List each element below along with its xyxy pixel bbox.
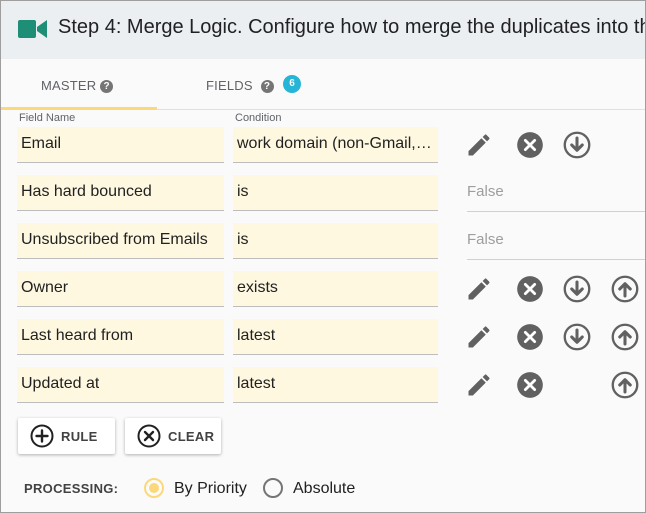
clear-label: CLEAR bbox=[168, 429, 215, 444]
clear-button[interactable]: CLEAR bbox=[125, 418, 221, 454]
help-circle-icon[interactable]: ? bbox=[260, 80, 274, 93]
condition-input[interactable]: work domain (non-Gmail, etc.) bbox=[233, 127, 438, 163]
condition-text: exists bbox=[237, 279, 278, 296]
field-name-input[interactable]: Has hard bounced bbox=[17, 175, 224, 211]
add-rule-label: RULE bbox=[61, 429, 98, 444]
field-name-text: Last heard from bbox=[21, 327, 134, 344]
condition-input[interactable]: exists bbox=[233, 271, 438, 307]
move-up-icon[interactable] bbox=[611, 323, 639, 351]
field-name-input[interactable]: Updated at bbox=[17, 367, 224, 403]
radio-by-priority[interactable] bbox=[144, 478, 164, 498]
rule-row: Email work domain (non-Gmail, etc.) bbox=[1, 125, 645, 165]
field-name-text: Unsubscribed from Emails bbox=[21, 231, 208, 248]
field-name-input[interactable]: Last heard from bbox=[17, 319, 224, 355]
rule-row: Last heard from latest bbox=[1, 317, 645, 357]
edit-pencil-icon[interactable] bbox=[465, 131, 493, 159]
rule-row: Has hard bounced is False bbox=[1, 173, 645, 213]
column-header-field-name: Field Name bbox=[19, 112, 76, 124]
remove-circle-icon[interactable] bbox=[516, 323, 544, 351]
tab-master-label: MASTER bbox=[41, 78, 97, 93]
condition-text: latest bbox=[237, 375, 276, 392]
rule-value-text: False bbox=[467, 231, 504, 248]
radio-absolute-label[interactable]: Absolute bbox=[293, 480, 355, 498]
condition-text: latest bbox=[237, 327, 276, 344]
add-rule-button[interactable]: RULE bbox=[18, 418, 115, 454]
video-camera-icon bbox=[18, 20, 47, 38]
rule-row: Unsubscribed from Emails is False bbox=[1, 221, 645, 261]
step-header: Step 4: Merge Logic. Configure how to me… bbox=[1, 1, 645, 60]
active-tab-indicator bbox=[1, 107, 157, 110]
clear-circle-icon bbox=[137, 424, 161, 448]
edit-pencil-icon[interactable] bbox=[465, 275, 493, 303]
radio-by-priority-label[interactable]: By Priority bbox=[174, 480, 247, 498]
field-name-input[interactable]: Unsubscribed from Emails bbox=[17, 223, 224, 259]
remove-circle-icon[interactable] bbox=[516, 131, 544, 159]
remove-circle-icon[interactable] bbox=[516, 371, 544, 399]
condition-text: work domain (non-Gmail, etc.) bbox=[237, 135, 435, 152]
condition-input[interactable]: latest bbox=[233, 319, 438, 355]
tab-fields-label: FIELDS bbox=[206, 78, 253, 93]
rule-value-text: False bbox=[467, 183, 504, 200]
move-down-icon[interactable] bbox=[563, 275, 591, 303]
add-circle-icon bbox=[30, 424, 54, 448]
help-circle-icon[interactable]: ? bbox=[100, 80, 114, 93]
remove-circle-icon[interactable] bbox=[516, 275, 544, 303]
field-name-input[interactable]: Owner bbox=[17, 271, 224, 307]
processing-label: PROCESSING: bbox=[24, 481, 119, 496]
field-name-text: Owner bbox=[21, 279, 69, 296]
field-name-text: Email bbox=[21, 135, 62, 152]
merge-logic-panel: Step 4: Merge Logic. Configure how to me… bbox=[0, 0, 646, 513]
field-name-text: Updated at bbox=[21, 375, 100, 392]
edit-pencil-icon[interactable] bbox=[465, 371, 493, 399]
move-down-icon[interactable] bbox=[563, 131, 591, 159]
move-up-icon[interactable] bbox=[611, 275, 639, 303]
edit-pencil-icon[interactable] bbox=[465, 323, 493, 351]
tab-bar: MASTER ? FIELDS ? 6 bbox=[1, 59, 645, 110]
field-name-input[interactable]: Email bbox=[17, 127, 224, 163]
radio-absolute[interactable] bbox=[263, 478, 283, 498]
condition-input[interactable]: is bbox=[233, 175, 438, 211]
column-header-condition: Condition bbox=[235, 112, 282, 124]
condition-text: is bbox=[237, 183, 249, 200]
move-up-icon[interactable] bbox=[611, 371, 639, 399]
condition-text: is bbox=[237, 231, 249, 248]
step-title: Step 4: Merge Logic. Configure how to me… bbox=[58, 16, 645, 38]
condition-input[interactable]: latest bbox=[233, 367, 438, 403]
rule-value-field[interactable]: False bbox=[467, 173, 645, 212]
condition-input[interactable]: is bbox=[233, 223, 438, 259]
fields-count-badge: 6 bbox=[283, 75, 301, 93]
tab-master[interactable]: MASTER ? bbox=[1, 59, 157, 110]
move-down-icon[interactable] bbox=[563, 323, 591, 351]
rule-row: Owner exists bbox=[1, 269, 645, 309]
rule-row: Updated at latest bbox=[1, 365, 645, 405]
tab-fields[interactable]: FIELDS ? 6 bbox=[157, 59, 337, 109]
field-name-text: Has hard bounced bbox=[21, 183, 152, 200]
rule-value-field[interactable]: False bbox=[467, 221, 645, 260]
